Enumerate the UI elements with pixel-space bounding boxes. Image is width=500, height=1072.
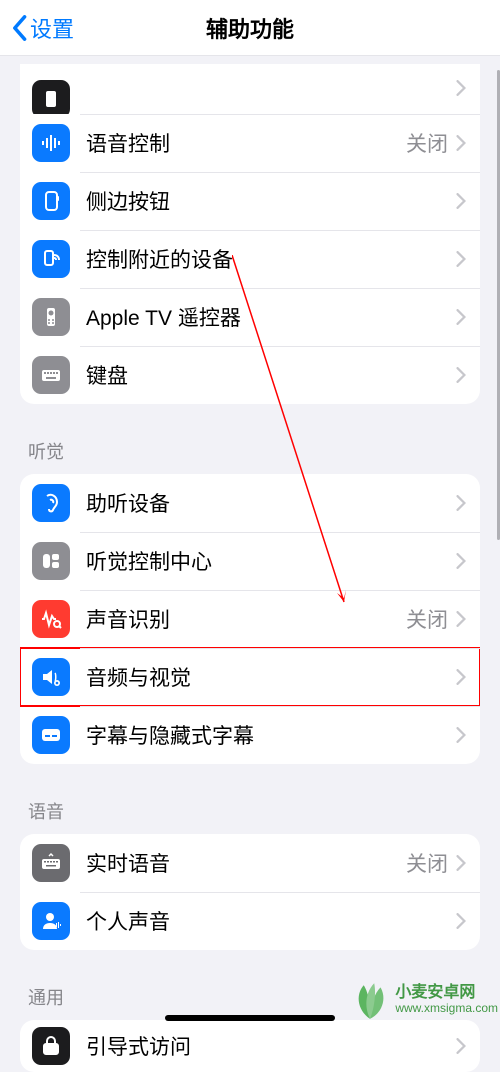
keyboard-icon (32, 356, 70, 394)
label: 听觉控制中心 (86, 546, 456, 576)
chevron-right-icon (456, 855, 466, 871)
guided-access-icon (32, 1027, 70, 1065)
section-speech: 语音 (20, 770, 480, 834)
chevron-right-icon (456, 251, 466, 267)
group-speech: 实时语音 关闭 个人声音 (20, 834, 480, 950)
label: 引导式访问 (86, 1031, 456, 1061)
chevron-right-icon (456, 193, 466, 209)
group-hearing: 助听设备 听觉控制中心 声音识别 关闭 音频与视觉 字幕与隐藏式字幕 (20, 474, 480, 764)
personal-voice-icon (32, 902, 70, 940)
live-speech-icon (32, 844, 70, 882)
hearing-device-icon (32, 484, 70, 522)
section-hearing: 听觉 (20, 410, 480, 474)
row-sound-recognition[interactable]: 声音识别 关闭 (20, 590, 480, 648)
chevron-right-icon (456, 553, 466, 569)
label: 键盘 (86, 360, 456, 390)
nearby-devices-icon (32, 240, 70, 278)
chevron-right-icon (456, 727, 466, 743)
chevron-right-icon (456, 367, 466, 383)
row-subtitles[interactable]: 字幕与隐藏式字幕 (20, 706, 480, 764)
nav-bar: 设置 辅助功能 (0, 0, 500, 56)
row-hearing-cc[interactable]: 听觉控制中心 (20, 532, 480, 590)
row-partial-top[interactable] (20, 80, 480, 114)
row-apple-tv-remote[interactable]: Apple TV 遥控器 (20, 288, 480, 346)
voice-control-icon (32, 124, 70, 162)
chevron-right-icon (456, 80, 466, 96)
detail: 关闭 (406, 128, 448, 158)
chevron-right-icon (456, 669, 466, 685)
label: 实时语音 (86, 848, 406, 878)
row-keyboard[interactable]: 键盘 (20, 346, 480, 404)
hearing-cc-icon (32, 542, 70, 580)
watermark: 小麦安卓网 www.xmsigma.com (349, 979, 498, 1021)
row-personal-voice[interactable]: 个人声音 (20, 892, 480, 950)
back-label: 设置 (30, 12, 74, 44)
content: 语音控制 关闭 侧边按钮 控制附近的设备 Apple TV 遥控器 键盘 听觉 (0, 64, 500, 1072)
label: 侧边按钮 (86, 186, 456, 216)
chevron-right-icon (456, 913, 466, 929)
row-voice-control[interactable]: 语音控制 关闭 (20, 114, 480, 172)
label: 字幕与隐藏式字幕 (86, 720, 456, 750)
chevron-left-icon (10, 14, 28, 42)
sound-recognition-icon (32, 600, 70, 638)
label: 音频与视觉 (86, 662, 456, 692)
row-live-speech[interactable]: 实时语音 关闭 (20, 834, 480, 892)
chevron-right-icon (456, 1038, 466, 1054)
row-audio-visual[interactable]: 音频与视觉 (20, 648, 480, 706)
row-nearby-devices[interactable]: 控制附近的设备 (20, 230, 480, 288)
side-button-icon (32, 182, 70, 220)
row-hearing-device[interactable]: 助听设备 (20, 474, 480, 532)
label: 个人声音 (86, 906, 456, 936)
label: 语音控制 (86, 128, 406, 158)
apple-tv-remote-icon (32, 298, 70, 336)
leaf-icon (349, 979, 391, 1021)
watermark-url: www.xmsigma.com (395, 1002, 498, 1015)
chevron-right-icon (456, 611, 466, 627)
detail: 关闭 (406, 848, 448, 878)
label: 声音识别 (86, 604, 406, 634)
back-button[interactable]: 设置 (0, 12, 74, 44)
group-general: 引导式访问 (20, 1020, 480, 1072)
label: 助听设备 (86, 488, 456, 518)
touch-icon (32, 80, 70, 114)
audio-visual-icon (32, 658, 70, 696)
row-side-button[interactable]: 侧边按钮 (20, 172, 480, 230)
row-guided-access[interactable]: 引导式访问 (20, 1020, 480, 1072)
chevron-right-icon (456, 495, 466, 511)
chevron-right-icon (456, 309, 466, 325)
watermark-cn: 小麦安卓网 (395, 985, 498, 1002)
detail: 关闭 (406, 604, 448, 634)
subtitles-icon (32, 716, 70, 754)
label: Apple TV 遥控器 (86, 302, 456, 332)
home-indicator[interactable] (165, 1015, 335, 1021)
page-title: 辅助功能 (206, 12, 294, 44)
chevron-right-icon (456, 135, 466, 151)
label: 控制附近的设备 (86, 244, 456, 274)
group-touch: 语音控制 关闭 侧边按钮 控制附近的设备 Apple TV 遥控器 键盘 (20, 64, 480, 404)
